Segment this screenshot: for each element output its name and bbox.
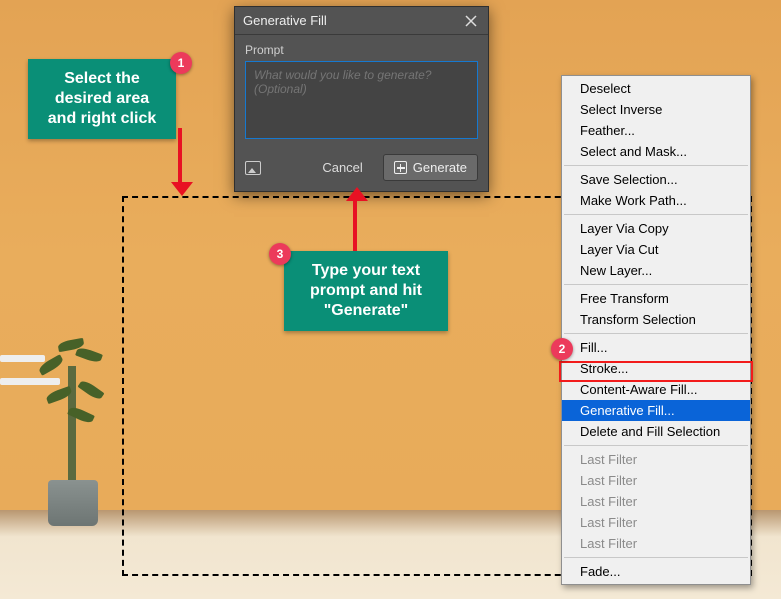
- generate-button[interactable]: Generate: [383, 154, 478, 181]
- menu-item: Last Filter: [562, 533, 750, 554]
- generative-fill-dialog: Generative Fill Prompt Cancel Generate: [234, 6, 489, 192]
- plant-leaves: [38, 340, 108, 450]
- prompt-input[interactable]: [245, 61, 478, 139]
- menu-item[interactable]: Fill...: [562, 337, 750, 358]
- dialog-title: Generative Fill: [243, 13, 327, 28]
- menu-separator: [564, 214, 748, 215]
- menu-item: Last Filter: [562, 491, 750, 512]
- dialog-titlebar[interactable]: Generative Fill: [235, 7, 488, 35]
- menu-item: Last Filter: [562, 512, 750, 533]
- generate-icon: [394, 161, 407, 174]
- menu-item: Last Filter: [562, 449, 750, 470]
- menu-item[interactable]: Make Work Path...: [562, 190, 750, 211]
- menu-separator: [564, 333, 748, 334]
- menu-separator: [564, 557, 748, 558]
- menu-item[interactable]: Free Transform: [562, 288, 750, 309]
- menu-item[interactable]: Generative Fill...: [562, 400, 750, 421]
- menu-item[interactable]: Select Inverse: [562, 99, 750, 120]
- menu-item: Last Filter: [562, 470, 750, 491]
- menu-item[interactable]: Delete and Fill Selection: [562, 421, 750, 442]
- menu-item[interactable]: Feather...: [562, 120, 750, 141]
- callout-step1: Select the desired area and right click: [28, 59, 176, 139]
- menu-item[interactable]: Stroke...: [562, 358, 750, 379]
- menu-item[interactable]: Save Selection...: [562, 169, 750, 190]
- menu-item[interactable]: Transform Selection: [562, 309, 750, 330]
- menu-item[interactable]: Layer Via Cut: [562, 239, 750, 260]
- callout-step3: Type your text prompt and hit "Generate": [284, 251, 448, 331]
- menu-item[interactable]: New Layer...: [562, 260, 750, 281]
- close-icon[interactable]: [462, 12, 480, 30]
- badge-3: 3: [269, 243, 291, 265]
- cancel-button[interactable]: Cancel: [312, 154, 372, 181]
- context-menu[interactable]: DeselectSelect InverseFeather...Select a…: [561, 75, 751, 585]
- badge-1: 1: [170, 52, 192, 74]
- generate-button-label: Generate: [413, 160, 467, 175]
- menu-item[interactable]: Content-Aware Fill...: [562, 379, 750, 400]
- menu-item[interactable]: Select and Mask...: [562, 141, 750, 162]
- plant-pot: [48, 480, 98, 526]
- menu-separator: [564, 284, 748, 285]
- badge-2: 2: [551, 338, 573, 360]
- gallery-icon[interactable]: [245, 161, 261, 175]
- menu-item[interactable]: Deselect: [562, 78, 750, 99]
- menu-separator: [564, 165, 748, 166]
- menu-separator: [564, 445, 748, 446]
- menu-item[interactable]: Layer Via Copy: [562, 218, 750, 239]
- prompt-label: Prompt: [245, 43, 478, 57]
- menu-item[interactable]: Fade...: [562, 561, 750, 582]
